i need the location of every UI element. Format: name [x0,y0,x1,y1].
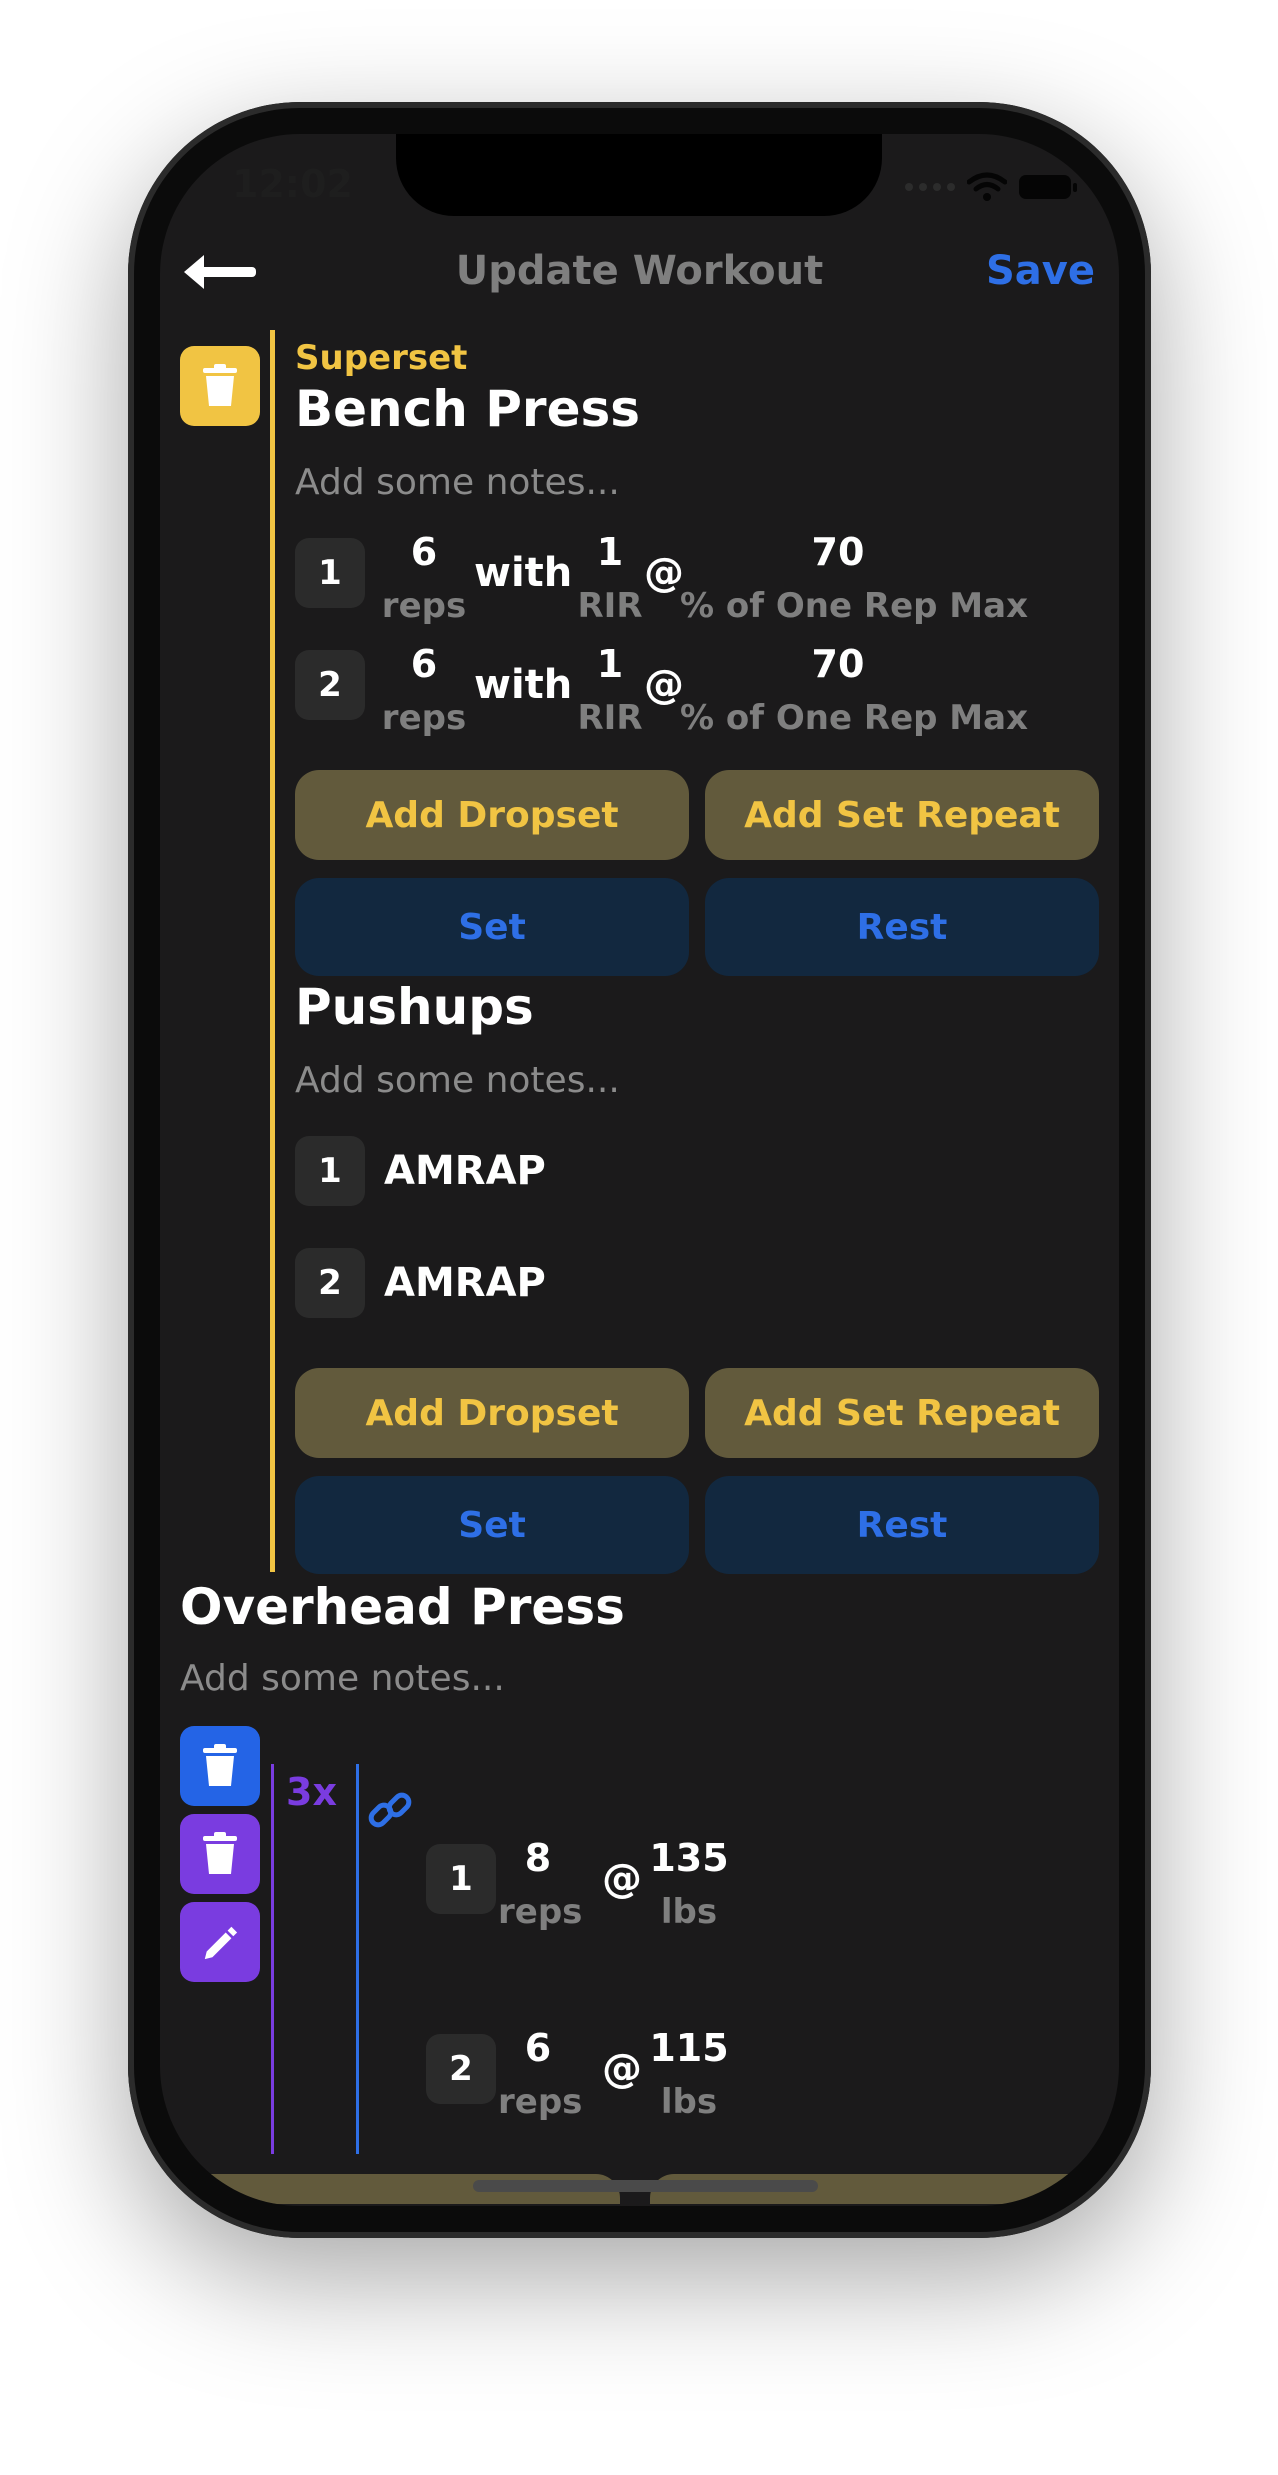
delete-superset-button[interactable] [180,346,260,426]
reps-unit: reps [381,698,467,738]
pencil-icon [204,1926,238,1960]
notch [396,134,882,216]
set-number-badge[interactable]: 2 [295,1248,365,1318]
reps-value[interactable]: 6 [384,530,464,574]
exercise-notes-input[interactable]: Add some notes... [295,462,620,503]
page-title: Update Workout [455,248,824,294]
exercise-title-bench-press[interactable]: Bench Press [295,380,640,438]
at-label: @ [644,550,684,596]
weight-value[interactable]: 70 [788,642,888,686]
amrap-value[interactable]: AMRAP [384,1260,546,1306]
reps-value[interactable]: 6 [384,642,464,686]
set-repeat-count[interactable]: 3x [286,1770,337,1814]
with-label: with [474,550,573,596]
trash-icon [203,364,237,406]
reps-value[interactable]: 6 [508,2026,568,2070]
at-label: @ [644,662,684,708]
add-dropset-button[interactable]: Add Dropset [295,1368,689,1458]
weight-unit: % of One Rep Max [680,698,1029,738]
app-screen: 12:02 Update Workout Save Superset Bench… [160,134,1119,2206]
weight-unit: lbs [660,2082,718,2122]
set-number-badge[interactable]: 1 [295,538,365,608]
amrap-value[interactable]: AMRAP [384,1148,546,1194]
status-time: 12:02 [232,162,353,206]
add-rest-button[interactable]: Rest [705,878,1099,976]
reps-unit: reps [381,586,467,626]
weight-unit: % of One Rep Max [680,586,1029,626]
with-label: with [474,662,573,708]
set-number-badge[interactable]: 2 [295,650,365,720]
weight-value[interactable]: 70 [788,530,888,574]
set-number-badge[interactable]: 2 [426,2034,496,2104]
exercise-title-overhead-press[interactable]: Overhead Press [180,1578,625,1636]
trash-icon [203,1832,237,1874]
superset-bar [270,330,275,1572]
add-set-button[interactable]: Set [295,878,689,976]
set-number-badge[interactable]: 1 [426,1844,496,1914]
delete-set-repeat-button[interactable] [180,1814,260,1894]
exercise-notes-input[interactable]: Add some notes... [295,1060,620,1101]
rir-unit: RIR [577,698,643,738]
exercise-title-pushups[interactable]: Pushups [295,978,534,1036]
edit-set-repeat-button[interactable] [180,1902,260,1982]
link-icon[interactable] [366,1786,414,1834]
linked-sets-bar [356,1764,359,2154]
add-rest-button[interactable]: Rest [705,1476,1099,1574]
trash-icon [203,1744,237,1786]
exercise-notes-input[interactable]: Add some notes... [180,1658,505,1699]
add-set-repeat-button[interactable]: Add Set Repeat [705,770,1099,860]
wifi-icon [967,172,1007,201]
battery-icon [1019,175,1077,199]
at-label: @ [602,2046,642,2092]
set-repeat-bar [271,1764,274,2154]
save-button[interactable]: Save [986,248,1095,294]
weight-value[interactable]: 135 [644,1836,734,1880]
add-dropset-button[interactable]: Add Dropset [295,770,689,860]
superset-label: Superset [295,338,468,378]
reps-unit: reps [498,2082,583,2122]
weight-unit: lbs [660,1892,718,1932]
status-icons [905,172,1077,202]
home-indicator [473,2180,818,2192]
rir-value[interactable]: 1 [570,642,650,686]
reps-unit: reps [498,1892,583,1932]
add-set-button[interactable]: Set [295,1476,689,1574]
delete-exercise-button[interactable] [180,1726,260,1806]
rir-unit: RIR [577,586,643,626]
reps-value[interactable]: 8 [508,1836,568,1880]
signal-icon [905,183,955,191]
rir-value[interactable]: 1 [570,530,650,574]
weight-value[interactable]: 115 [644,2026,734,2070]
at-label: @ [602,1856,642,1902]
set-number-badge[interactable]: 1 [295,1136,365,1206]
add-set-repeat-button[interactable]: Add Set Repeat [705,1368,1099,1458]
